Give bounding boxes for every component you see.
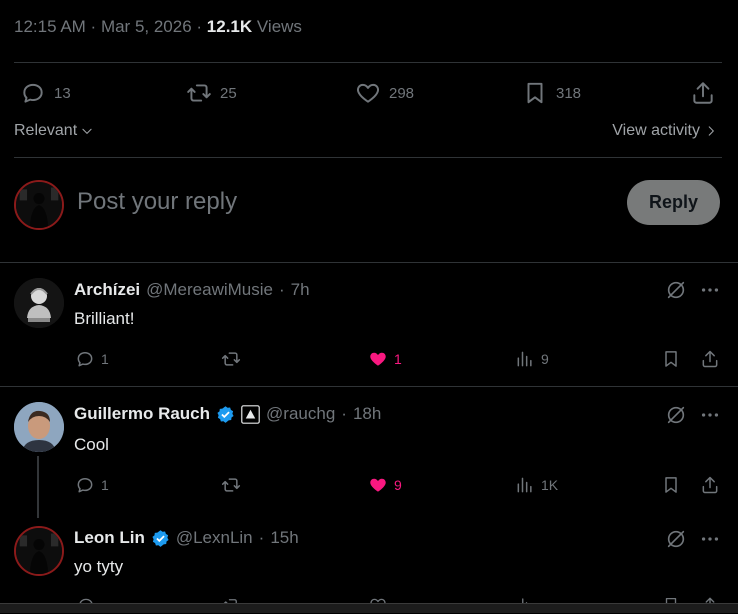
tweet-text: yo tyty	[74, 557, 124, 576]
like-count: 9	[394, 477, 402, 493]
author-handle[interactable]: @rauchg	[266, 404, 335, 424]
reply-stat-button[interactable]: 13	[20, 80, 71, 106]
author-handle[interactable]: @LexnLin	[176, 528, 253, 548]
avatar-image	[16, 528, 62, 574]
grok-icon[interactable]	[665, 528, 687, 550]
reply-icon	[23, 83, 43, 103]
guillermo-avatar[interactable]	[14, 402, 64, 452]
author-name[interactable]: Leon Lin	[74, 528, 145, 548]
bust-avatar-image	[14, 278, 64, 328]
heart-icon	[357, 83, 379, 103]
grok-icon[interactable]	[665, 404, 687, 426]
verified-badge-icon	[152, 529, 169, 547]
divider	[0, 262, 738, 263]
reply-count: 1	[101, 477, 109, 493]
divider	[0, 386, 738, 387]
views-action[interactable]: 9	[515, 349, 549, 369]
tweet-text: Cool	[74, 435, 109, 454]
post-date[interactable]: Mar 5, 2026	[101, 17, 192, 36]
author-handle[interactable]: @MereawiMusie	[146, 280, 273, 300]
separator-dot: ·	[341, 404, 347, 423]
view-count: 9	[541, 351, 549, 367]
views-label: Views	[256, 17, 302, 36]
reply-button[interactable]: Reply	[627, 180, 720, 225]
tweet-header: Leon Lin @LexnLin · 15h	[74, 528, 299, 548]
repost-icon	[221, 352, 241, 366]
tweet-header: Guillermo Rauch @rauchg · 18h	[74, 404, 381, 424]
repost-icon	[221, 478, 241, 492]
tweet-time[interactable]: 7h	[291, 280, 310, 300]
chevron-right-icon	[708, 126, 714, 136]
repost-icon	[187, 84, 211, 102]
reply-input[interactable]: Post your reply	[77, 188, 237, 216]
tweet-time[interactable]: 18h	[353, 404, 381, 424]
more-options-icon[interactable]	[699, 279, 721, 301]
grok-icon[interactable]	[665, 279, 687, 301]
like-action[interactable]: 9	[368, 475, 402, 495]
chevron-down-icon	[82, 128, 92, 134]
separator-dot: ·	[279, 280, 285, 299]
avatar-image	[16, 182, 62, 228]
view-count: 1K	[541, 477, 559, 493]
my-avatar[interactable]	[14, 180, 64, 230]
leon-avatar[interactable]	[14, 526, 64, 576]
post-time[interactable]: 12:15 AM	[14, 17, 86, 36]
tweet-header: Archízei @MereawiMusie · 7h	[74, 280, 310, 300]
tweet-time[interactable]: 15h	[270, 528, 298, 548]
views-count: 12.1K	[206, 17, 253, 36]
portrait-image	[14, 402, 64, 452]
reply-action[interactable]: 1	[75, 475, 109, 495]
bookmark-icon[interactable]	[661, 475, 681, 495]
tweet-text: Brilliant!	[74, 309, 135, 328]
sort-dropdown[interactable]: Relevant	[14, 122, 94, 140]
post-meta: 12:15 AM · Mar 5, 2026 · 12.1K Views	[14, 17, 302, 36]
share-icon	[693, 82, 713, 104]
repost-action[interactable]	[221, 349, 241, 369]
heart-filled-icon	[370, 352, 386, 366]
bookmark-stat-button[interactable]: 318	[522, 80, 581, 106]
reply-icon	[77, 478, 93, 493]
reply-action[interactable]: 1	[75, 349, 109, 369]
like-action[interactable]: 1	[368, 349, 402, 369]
view-activity-link[interactable]: View activity	[612, 122, 718, 140]
heart-filled-icon	[370, 478, 386, 492]
bookmark-icon[interactable]	[661, 349, 681, 369]
author-name[interactable]: Guillermo Rauch	[74, 404, 210, 424]
reply-count: 13	[54, 84, 71, 102]
bookmark-icon	[527, 82, 543, 104]
vercel-affiliate-icon[interactable]	[241, 404, 260, 424]
repost-stat-button[interactable]: 25	[186, 80, 237, 106]
like-count: 298	[389, 84, 415, 102]
verified-badge-icon	[217, 405, 234, 423]
bookmark-count: 318	[556, 84, 582, 102]
like-stat-button[interactable]: 298	[355, 80, 414, 106]
repost-action[interactable]	[221, 475, 241, 495]
sort-label: Relevant	[14, 122, 78, 139]
analytics-icon	[517, 351, 532, 367]
share-icon[interactable]	[700, 475, 720, 495]
more-options-icon[interactable]	[699, 404, 721, 426]
analytics-icon	[517, 477, 532, 493]
share-button[interactable]	[690, 80, 716, 106]
thread-line	[37, 456, 39, 518]
divider	[14, 157, 722, 158]
share-icon[interactable]	[700, 349, 720, 369]
repost-count: 25	[220, 84, 237, 102]
reply-count: 1	[101, 351, 109, 367]
view-activity-label: View activity	[612, 122, 700, 139]
archizei-avatar[interactable]	[14, 278, 64, 328]
separator-dot: ·	[258, 528, 265, 547]
views-action[interactable]: 1K	[515, 475, 558, 495]
divider	[14, 62, 722, 63]
reply-icon	[77, 352, 93, 367]
author-name[interactable]: Archízei	[74, 280, 140, 300]
like-count: 1	[394, 351, 402, 367]
more-options-icon[interactable]	[699, 528, 721, 550]
